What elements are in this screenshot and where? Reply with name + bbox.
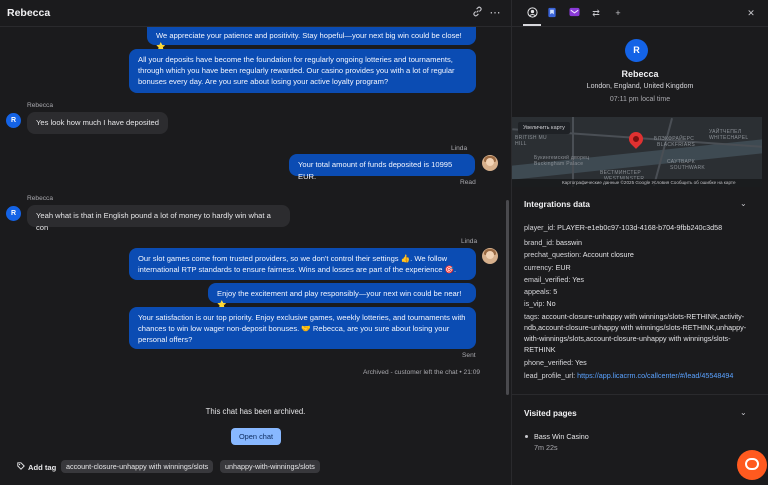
message-bubble-customer: Yes look how much I have deposited	[27, 112, 168, 134]
tag-icon	[17, 462, 25, 472]
map-label: WHITECHAPEL	[709, 135, 749, 141]
map-label: HILL	[515, 141, 527, 147]
tags-row: Add tag account-closure-unhappy with win…	[0, 456, 511, 478]
profile-location: London, England, United Kingdom	[586, 83, 694, 90]
chevron-down-icon[interactable]: ⌄	[740, 199, 747, 208]
sender-name: Rebecca	[27, 102, 54, 109]
archived-meta: Archived - customer left the chat • 21:0…	[363, 369, 481, 376]
integration-row: brand_id: basswin	[524, 238, 582, 247]
tag-chip[interactable]: unhappy-with-winnings/slots	[220, 460, 320, 473]
sender-name: Rebecca	[27, 195, 54, 202]
chat-pane: Rebecca ⋯ We appreciate your patience an…	[0, 0, 511, 485]
chat-bubble-icon	[745, 458, 759, 470]
map-pin-icon	[626, 129, 646, 149]
chat-title: Rebecca	[7, 7, 51, 19]
map-label: BLACKFRIARS	[657, 142, 696, 148]
message-bubble-agent: All your deposits have become the founda…	[129, 49, 476, 93]
integration-row: currency: EUR	[524, 263, 571, 272]
link-icon[interactable]	[470, 6, 484, 20]
integration-row: tags: account-closure-unhappy with winni…	[524, 312, 747, 354]
visited-page-duration: 7m 22s	[534, 443, 558, 452]
add-tag-button[interactable]: Add tag	[17, 462, 56, 472]
integration-row: lead_profile_url: https://app.licacrm.co…	[524, 371, 734, 380]
integrations-title: Integrations data	[524, 200, 590, 209]
archived-note: This chat has been archived.	[205, 407, 306, 416]
message-bubble-agent: Your satisfaction is our top priority. E…	[129, 307, 476, 349]
more-options-icon[interactable]: ⋯	[488, 6, 502, 20]
bullet-icon	[525, 435, 528, 438]
chat-widget-button[interactable]	[737, 450, 767, 480]
profile-name: Rebecca	[621, 69, 659, 79]
read-status: Read	[460, 179, 476, 186]
location-map[interactable]: BRITISH MU HILL БЛЭКФРАЙЕРС BLACKFRIARS …	[512, 117, 762, 187]
message-bubble-agent: Your total amount of funds deposited is …	[289, 154, 475, 181]
visited-pages-title: Visited pages	[524, 409, 577, 418]
integration-row: is_vip: No	[524, 299, 556, 308]
message-bubble-agent: Our slot games come from trusted provide…	[129, 248, 476, 280]
close-panel-icon[interactable]: ✕	[745, 7, 757, 19]
integration-row: phone_verified: Yes	[524, 358, 587, 367]
agent-avatar	[482, 155, 498, 171]
agent-avatar	[482, 248, 498, 264]
lead-profile-link[interactable]: https://app.licacrm.co/callcenter/#/lead…	[577, 371, 733, 380]
message-bubble-agent: We appreciate your patience and positivi…	[147, 27, 476, 51]
message-bubble-agent: Enjoy the excitement and play responsibl…	[208, 283, 476, 309]
add-app-icon[interactable]: +	[612, 7, 624, 19]
integration-row: email_verified: Yes	[524, 275, 584, 284]
map-footer: Картографические данные ©2025 Google Усл…	[512, 179, 762, 187]
customer-avatar: R	[6, 206, 21, 221]
bookmark-app-icon[interactable]	[546, 7, 558, 19]
panel-tabs: ⇄ + ✕	[512, 0, 768, 27]
sender-name: Linda	[451, 145, 468, 152]
customer-tab-icon[interactable]	[523, 7, 541, 26]
tag-chip[interactable]: account-closure-unhappy with winnings/sl…	[61, 460, 214, 473]
map-label: SOUTHWARK	[670, 165, 706, 171]
chat-header: Rebecca ⋯	[0, 0, 511, 27]
sent-status: Sent	[462, 352, 476, 359]
customer-avatar: R	[6, 113, 21, 128]
chat-scrollbar[interactable]	[506, 200, 509, 395]
integration-row: prechat_question: Account closure	[524, 250, 634, 259]
sender-name: Linda	[461, 238, 478, 245]
shuffle-icon[interactable]: ⇄	[590, 7, 602, 19]
integration-row: appeals: 5	[524, 287, 558, 296]
mail-app-icon[interactable]	[568, 7, 580, 19]
add-tag-label: Add tag	[28, 463, 57, 472]
chevron-down-icon[interactable]: ⌄	[740, 408, 747, 417]
message-bubble-customer: Yeah what is that in English pound a lot…	[27, 205, 290, 232]
section-divider	[512, 394, 768, 395]
profile-local-time: 07:11 pm local time	[609, 96, 671, 103]
visited-page-title: Bass Win Casino	[534, 432, 589, 441]
map-road	[572, 117, 574, 187]
map-label: Buckingham Palace	[534, 161, 584, 167]
details-panel: ⇄ + ✕ R Rebecca London, England, United …	[512, 0, 768, 485]
profile-avatar: R	[625, 39, 648, 62]
open-chat-button[interactable]: Open chat	[231, 428, 281, 445]
enlarge-map-button[interactable]: Увеличить карту	[518, 122, 570, 134]
integration-row: player_id: PLAYER-e1eb0c97-103d-4168-b70…	[524, 223, 723, 232]
